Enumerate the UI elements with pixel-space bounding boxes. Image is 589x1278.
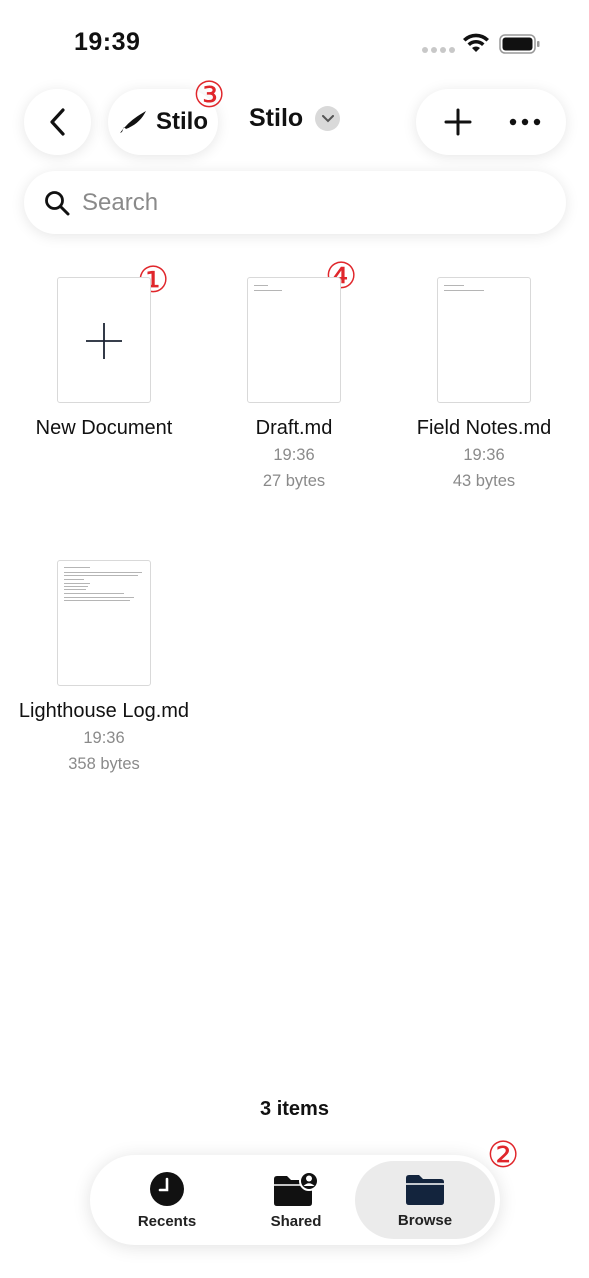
file-thumbnail	[247, 277, 341, 403]
back-button[interactable]	[24, 89, 91, 155]
tab-label: Browse	[397, 1211, 453, 1229]
folder-title-menu[interactable]: Stilo	[249, 104, 341, 133]
annotation-marker-2: ②	[487, 1135, 520, 1176]
more-button[interactable]	[495, 92, 555, 152]
item-name: Draft.md	[255, 417, 333, 439]
annotation-marker-3: ③	[193, 75, 226, 116]
new-document-item[interactable]: New Document	[9, 277, 199, 442]
item-name: New Document	[35, 417, 173, 439]
tab-bar: Recents Shared Browse	[90, 1155, 500, 1245]
battery-icon	[499, 34, 540, 54]
folder-icon	[406, 1174, 444, 1205]
toolbar-actions	[416, 89, 566, 155]
search-input[interactable]	[82, 188, 502, 217]
item-time: 19:36	[463, 446, 505, 464]
item-size: 27 bytes	[262, 472, 326, 490]
plus-icon	[444, 108, 471, 136]
item-name: Lighthouse Log.md	[18, 700, 190, 722]
clock-icon	[150, 1171, 184, 1206]
add-button[interactable]	[428, 92, 488, 152]
page-title: Stilo	[249, 104, 304, 132]
shared-folder-icon	[274, 1170, 319, 1206]
cellular-signal-icon	[422, 47, 455, 53]
item-size: 358 bytes	[68, 755, 140, 773]
file-item[interactable]: Draft.md 19:36 27 bytes	[199, 277, 389, 494]
file-thumbnail	[57, 560, 151, 686]
chevron-left-icon	[49, 108, 65, 136]
tab-recents[interactable]: Recents	[102, 1161, 232, 1239]
item-name: Field Notes.md	[416, 417, 552, 439]
tab-shared[interactable]: Shared	[231, 1161, 361, 1239]
search-bar[interactable]	[24, 171, 566, 234]
quill-icon	[120, 111, 146, 133]
tab-browse[interactable]: Browse	[355, 1161, 495, 1239]
status-bar: 19:39	[0, 0, 589, 88]
plus-icon	[86, 323, 122, 359]
new-document-thumbnail	[57, 277, 151, 403]
ellipsis-icon	[509, 118, 540, 126]
file-item[interactable]: Field Notes.md 19:36 43 bytes	[389, 277, 579, 494]
search-icon	[45, 190, 70, 215]
item-size: 43 bytes	[452, 472, 516, 490]
item-count: 3 items	[260, 1098, 329, 1120]
item-time: 19:36	[83, 729, 125, 747]
file-thumbnail	[437, 277, 531, 403]
wifi-icon	[463, 33, 489, 52]
chevron-down-icon	[315, 106, 341, 131]
item-time: 19:36	[273, 446, 315, 464]
file-item[interactable]: Lighthouse Log.md 19:36 358 bytes	[9, 560, 199, 777]
status-time: 19:39	[74, 28, 141, 56]
tab-label: Recents	[137, 1212, 197, 1230]
tab-label: Shared	[270, 1212, 322, 1230]
